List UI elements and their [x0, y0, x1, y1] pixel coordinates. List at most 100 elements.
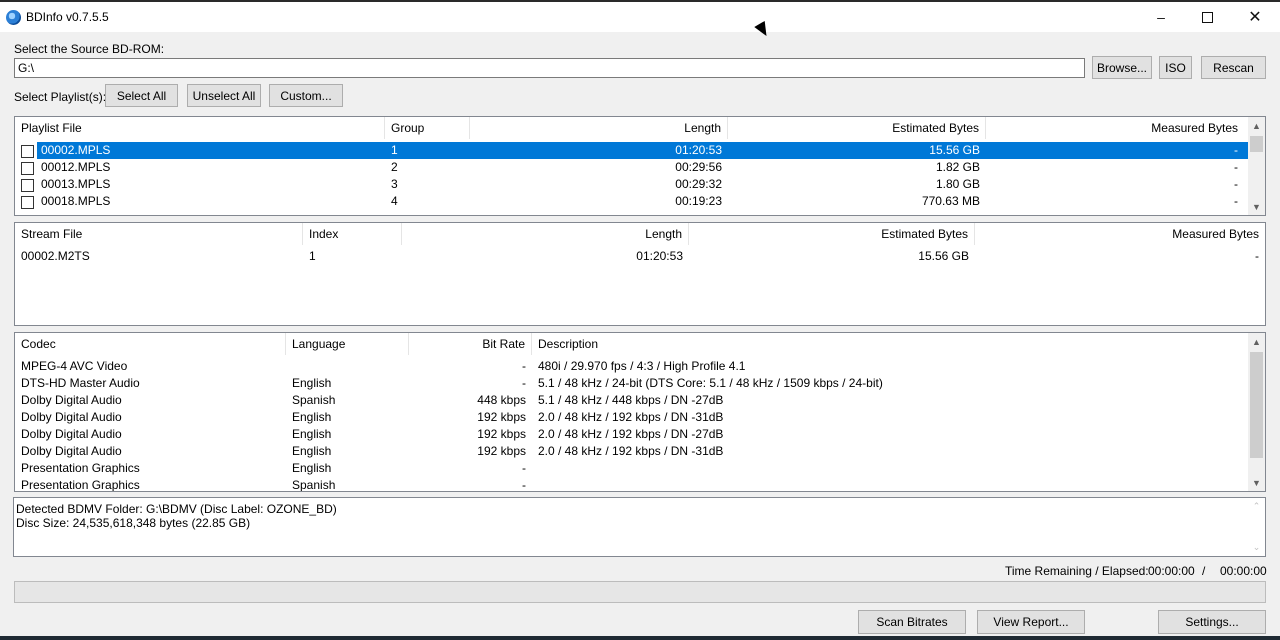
scan-bitrates-button[interactable]: Scan Bitrates — [858, 610, 966, 634]
source-path-input[interactable]: G:\ — [14, 58, 1085, 78]
codec-bit-rate: - — [522, 461, 526, 475]
codec-row[interactable]: DTS-HD Master Audio English - 5.1 / 48 k… — [15, 375, 1248, 392]
scrollbar-thumb[interactable] — [1250, 136, 1263, 152]
codec-bit-rate: 192 kbps — [477, 444, 526, 458]
column-header-length[interactable]: Length — [470, 117, 728, 139]
iso-button[interactable]: ISO — [1159, 56, 1192, 79]
scrollbar-thumb[interactable] — [1250, 352, 1263, 458]
codec-row[interactable]: Dolby Digital Audio English 192 kbps 2.0… — [15, 443, 1248, 460]
column-header-language[interactable]: Language — [286, 333, 409, 355]
close-button[interactable]: ✕ — [1232, 2, 1278, 32]
column-header-measured-bytes[interactable]: Measured Bytes — [975, 223, 1265, 245]
stream-row[interactable]: 00002.M2TS 1 01:20:53 15.56 GB - — [15, 248, 1265, 265]
playlist-measured-bytes: - — [1234, 143, 1238, 157]
view-report-button[interactable]: View Report... — [977, 610, 1085, 634]
codec-language: English — [292, 427, 332, 441]
playlist-checkbox[interactable] — [21, 179, 34, 192]
column-header-measured-bytes[interactable]: Measured Bytes — [986, 117, 1244, 139]
playlist-row[interactable]: 00012.MPLS 2 00:29:56 1.82 GB - — [15, 159, 1249, 176]
codec-description: 480i / 29.970 fps / 4:3 / High Profile 4… — [538, 359, 746, 373]
playlist-file: 00002.MPLS — [41, 143, 111, 157]
playlist-row[interactable]: 00013.MPLS 3 00:29:32 1.80 GB - — [15, 176, 1249, 193]
playlist-row[interactable]: 00002.MPLS 1 01:20:53 15.56 GB - — [15, 142, 1249, 159]
stream-estimated-bytes: 15.56 GB — [918, 249, 969, 263]
playlist-checkbox[interactable] — [21, 145, 34, 158]
codec-row[interactable]: Dolby Digital Audio English 192 kbps 2.0… — [15, 409, 1248, 426]
playlist-measured-bytes: - — [1234, 160, 1238, 174]
playlist-length: 00:29:56 — [675, 160, 722, 174]
log-scrollbar[interactable]: ⌃ ⌄ — [1248, 498, 1265, 556]
select-all-button[interactable]: Select All — [105, 84, 178, 107]
playlist-group: 4 — [391, 194, 398, 208]
codec-language: Spanish — [292, 393, 336, 407]
playlist-file: 00012.MPLS — [41, 160, 111, 174]
playlist-file: 00013.MPLS — [41, 177, 111, 191]
playlist-measured-bytes: - — [1234, 194, 1238, 208]
playlist-grid-header: Playlist File Group Length Estimated Byt… — [15, 117, 1265, 139]
stream-measured-bytes: - — [1255, 249, 1259, 263]
codec-row[interactable]: Dolby Digital Audio English 192 kbps 2.0… — [15, 426, 1248, 443]
playlist-estimated-bytes: 1.80 GB — [935, 177, 980, 191]
codec-row[interactable]: MPEG-4 AVC Video - 480i / 29.970 fps / 4… — [15, 358, 1248, 375]
column-header-description[interactable]: Description — [532, 333, 1248, 355]
select-playlists-label: Select Playlist(s): — [14, 90, 107, 104]
codec-description — [532, 477, 1248, 491]
column-header-estimated-bytes[interactable]: Estimated Bytes — [728, 117, 986, 139]
chevron-down-icon[interactable]: ▼ — [1248, 474, 1265, 491]
codec-bit-rate: 192 kbps — [477, 410, 526, 424]
playlist-group: 3 — [391, 177, 398, 191]
unselect-all-button[interactable]: Unselect All — [187, 84, 261, 107]
column-header-length[interactable]: Length — [402, 223, 689, 245]
codec-language: English — [292, 410, 332, 424]
bdinfo-window: BDInfo v0.7.5.5 – ✕ Select the Source BD… — [0, 2, 1280, 636]
column-header-estimated-bytes[interactable]: Estimated Bytes — [689, 223, 975, 245]
codec-name: Dolby Digital Audio — [21, 410, 122, 424]
chevron-up-icon[interactable]: ▲ — [1248, 333, 1265, 350]
playlist-grid: Playlist File Group Length Estimated Byt… — [14, 116, 1266, 216]
playlist-checkbox[interactable] — [21, 162, 34, 175]
browse-button[interactable]: Browse... — [1092, 56, 1152, 79]
column-header-group[interactable]: Group — [385, 117, 470, 139]
codec-language: English — [292, 376, 332, 390]
codec-bit-rate: 192 kbps — [477, 427, 526, 441]
playlist-group: 1 — [391, 143, 398, 157]
codec-language: Spanish — [292, 478, 336, 492]
playlist-estimated-bytes: 770.63 MB — [921, 194, 980, 208]
chevron-up-icon[interactable]: ⌃ — [1248, 498, 1265, 515]
settings-button[interactable]: Settings... — [1158, 610, 1266, 634]
codec-row[interactable]: Presentation Graphics Spanish - — [15, 477, 1248, 492]
playlist-file: 00018.MPLS — [41, 194, 111, 208]
window-title: BDInfo v0.7.5.5 — [26, 10, 109, 24]
playlist-checkbox[interactable] — [21, 196, 34, 209]
codec-description — [532, 460, 1248, 477]
custom-button[interactable]: Custom... — [269, 84, 343, 107]
codec-language: English — [292, 461, 332, 475]
playlist-length: 00:29:32 — [675, 177, 722, 191]
maximize-button[interactable] — [1184, 2, 1230, 32]
column-header-stream-file[interactable]: Stream File — [15, 223, 303, 245]
playlist-measured-bytes: - — [1234, 177, 1238, 191]
stream-index: 1 — [309, 249, 316, 263]
codec-row[interactable]: Presentation Graphics English - — [15, 460, 1248, 477]
chevron-down-icon[interactable]: ⌄ — [1248, 539, 1265, 556]
codec-bit-rate: - — [522, 359, 526, 373]
log-textbox[interactable]: Detected BDMV Folder: G:\BDMV (Disc Labe… — [13, 497, 1266, 557]
codec-name: Presentation Graphics — [21, 461, 140, 475]
column-header-index[interactable]: Index — [303, 223, 402, 245]
playlist-scrollbar[interactable]: ▲ ▼ — [1248, 117, 1265, 215]
codec-description: 2.0 / 48 kHz / 192 kbps / DN -31dB — [538, 410, 724, 424]
codec-grid: Codec Language Bit Rate Description MPEG… — [14, 332, 1266, 492]
codec-description: 2.0 / 48 kHz / 192 kbps / DN -31dB — [538, 444, 724, 458]
rescan-button[interactable]: Rescan — [1201, 56, 1266, 79]
playlist-group: 2 — [391, 160, 398, 174]
column-header-codec[interactable]: Codec — [15, 333, 286, 355]
playlist-estimated-bytes: 1.82 GB — [935, 160, 980, 174]
chevron-down-icon[interactable]: ▼ — [1248, 198, 1265, 215]
minimize-button[interactable]: – — [1138, 2, 1184, 32]
playlist-row[interactable]: 00018.MPLS 4 00:19:23 770.63 MB - — [15, 193, 1249, 210]
column-header-playlist-file[interactable]: Playlist File — [15, 117, 385, 139]
chevron-up-icon[interactable]: ▲ — [1248, 117, 1265, 134]
codec-row[interactable]: Dolby Digital Audio Spanish 448 kbps 5.1… — [15, 392, 1248, 409]
codec-scrollbar[interactable]: ▲ ▼ — [1248, 333, 1265, 491]
column-header-bit-rate[interactable]: Bit Rate — [409, 333, 532, 355]
